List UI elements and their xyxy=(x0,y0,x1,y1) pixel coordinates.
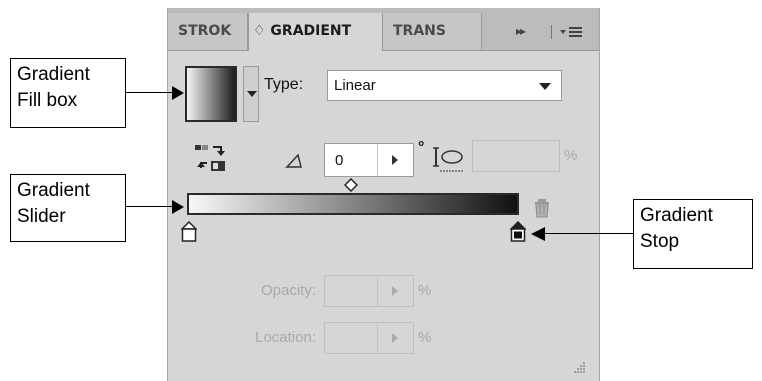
tab-stroke[interactable]: STROK xyxy=(168,13,248,50)
arrow-right-icon xyxy=(172,86,184,100)
gradient-fill-box[interactable] xyxy=(185,66,237,122)
callout-gradient-fill-box: Gradient Fill box xyxy=(10,58,126,128)
resize-grip-icon[interactable] xyxy=(572,360,586,374)
degree-symbol: ° xyxy=(418,139,425,156)
gradient-panel: STROK ♢ GRADIENT TRANS ▸▸ Type: Linear 0… xyxy=(167,8,600,381)
location-stepper[interactable] xyxy=(377,323,414,353)
type-label: Type: xyxy=(264,76,304,93)
type-select[interactable]: Linear xyxy=(327,70,562,101)
panel-menu-icon[interactable] xyxy=(560,25,584,39)
opacity-stepper[interactable] xyxy=(377,276,414,306)
opacity-percent: % xyxy=(418,282,432,299)
midpoint-diamond-icon[interactable] xyxy=(344,178,358,192)
tab-controls: ▸▸ xyxy=(482,13,599,50)
angle-stepper[interactable] xyxy=(377,144,414,176)
opacity-input[interactable] xyxy=(324,275,414,307)
location-input[interactable] xyxy=(324,322,414,354)
callout-leader-fill-box xyxy=(126,92,172,93)
angle-input[interactable]: 0 xyxy=(324,143,414,177)
reverse-gradient-icon[interactable] xyxy=(193,143,229,173)
tab-separator xyxy=(551,25,552,39)
chevron-right-icon xyxy=(392,286,398,296)
aspect-percent: % xyxy=(564,147,578,164)
arrow-right-icon xyxy=(172,200,184,214)
chevron-down-icon xyxy=(539,83,551,90)
callout-leader-slider xyxy=(126,206,172,207)
chevron-right-icon xyxy=(392,333,398,343)
chevron-right-icon xyxy=(392,155,398,165)
aspect-ratio-input[interactable] xyxy=(472,140,560,172)
type-value: Linear xyxy=(334,77,376,94)
trash-icon[interactable] xyxy=(533,198,551,218)
gradient-stop-right[interactable] xyxy=(510,221,526,243)
angle-icon xyxy=(285,153,302,168)
panel-tab-bar: STROK ♢ GRADIENT TRANS ▸▸ xyxy=(168,8,599,51)
gradient-stop-left[interactable] xyxy=(181,221,197,243)
callout-leader-stop xyxy=(545,233,633,234)
callout-gradient-stop: Gradient Stop xyxy=(633,199,753,269)
angle-value: 0 xyxy=(335,152,344,169)
gradient-slider[interactable] xyxy=(187,193,519,215)
collapse-panels-icon[interactable]: ▸▸ xyxy=(516,13,526,50)
location-percent: % xyxy=(418,329,432,346)
callout-gradient-slider: Gradient Slider xyxy=(10,174,126,242)
dropdown-arrow-icon xyxy=(247,91,257,97)
fill-box-dropdown[interactable] xyxy=(243,66,259,122)
arrow-left-icon xyxy=(531,227,545,241)
location-label: Location: xyxy=(255,329,316,346)
tab-transparency[interactable]: TRANS xyxy=(383,13,482,50)
tab-gradient[interactable]: ♢ GRADIENT xyxy=(248,13,383,51)
opacity-label: Opacity: xyxy=(260,282,316,299)
aspect-ratio-icon xyxy=(433,147,464,172)
